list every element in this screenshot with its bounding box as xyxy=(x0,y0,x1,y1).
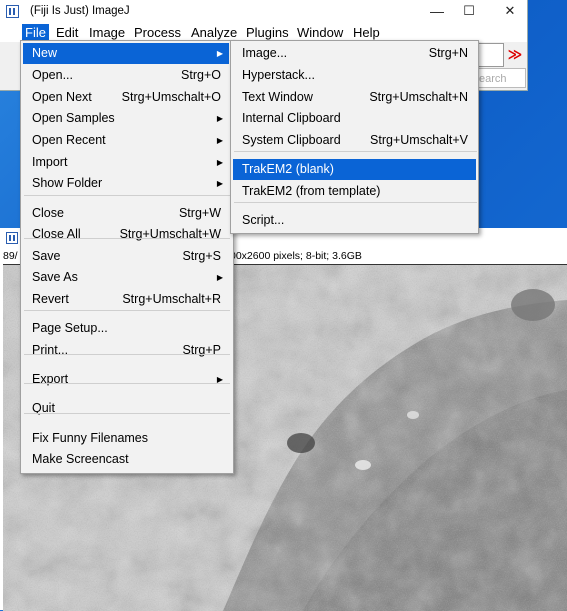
menu-item-label: Make Screencast xyxy=(32,452,129,466)
menu-item-label: TrakEM2 (from template) xyxy=(242,184,381,198)
menu-item-shortcut: Strg+W xyxy=(178,206,221,220)
menu-separator xyxy=(24,354,230,355)
menu-file[interactable]: File xyxy=(22,24,49,41)
file-menu-item-open[interactable]: Open... Strg+O xyxy=(23,65,229,86)
menu-item-label: Script... xyxy=(242,213,285,227)
menu-window[interactable]: Window xyxy=(294,24,346,41)
file-menu-item-new[interactable]: New ▶ xyxy=(23,43,229,64)
menu-item-label: Open Recent xyxy=(32,133,106,147)
file-menu-item-open-samples[interactable]: Open Samples ▶ xyxy=(23,108,229,129)
menu-item-label: Text Window xyxy=(242,90,313,104)
file-menu-item-save-as[interactable]: Save As ▶ xyxy=(23,267,229,288)
submenu-arrow-icon: ▶ xyxy=(216,114,223,123)
submenu-arrow-icon: ▶ xyxy=(216,179,223,188)
menu-item-label: Print... xyxy=(32,343,69,357)
menu-edit[interactable]: Edit xyxy=(53,24,81,41)
submenu-arrow-icon: ▶ xyxy=(216,273,223,282)
menu-plugins[interactable]: Plugins xyxy=(243,24,292,41)
submenu-arrow-icon: ▶ xyxy=(216,136,223,145)
file-menu: New ▶ Open... Strg+O Open Next Strg+Umschalt+… xyxy=(20,40,234,474)
new-menu-item-image[interactable]: Image... Strg+N xyxy=(233,43,476,64)
file-menu-item-fix-funny-filenames[interactable]: Fix Funny Filenames xyxy=(23,428,229,449)
file-menu-item-page-setup[interactable]: Page Setup... xyxy=(23,318,229,339)
image-info: 00x2600 pixels; 8-bit; 3.6GB xyxy=(230,250,362,262)
menu-help[interactable]: Help xyxy=(350,24,383,41)
file-menu-item-quit[interactable]: Quit xyxy=(23,398,229,419)
more-tools-button[interactable]: ≫ xyxy=(503,42,527,66)
menu-separator xyxy=(24,195,230,196)
new-menu-item-script[interactable]: Script... xyxy=(233,210,476,231)
window-title: (Fiji Is Just) ImageJ xyxy=(30,5,130,17)
menu-item-shortcut: Strg+Umschalt+N xyxy=(369,90,468,104)
menu-item-shortcut: Strg+S xyxy=(182,249,221,263)
menu-item-label: Import xyxy=(32,155,68,169)
menu-item-label: Save xyxy=(32,249,61,263)
file-menu-item-save[interactable]: Save Strg+S xyxy=(23,246,229,267)
menu-item-label: Image... xyxy=(242,46,288,60)
menu-item-label: New xyxy=(32,46,58,60)
file-menu-item-import[interactable]: Import ▶ xyxy=(23,152,229,173)
menu-item-shortcut: Strg+O xyxy=(181,68,221,82)
menu-item-label: System Clipboard xyxy=(242,133,341,147)
menu-analyze[interactable]: Analyze xyxy=(188,24,240,41)
menu-separator xyxy=(24,238,230,239)
file-menu-item-show-folder[interactable]: Show Folder ▶ xyxy=(23,173,229,194)
menu-item-label: Export xyxy=(32,372,69,386)
menu-item-label: TrakEM2 (blank) xyxy=(242,162,334,176)
menu-bar: File Edit Image Process Analyze Plugins … xyxy=(0,22,527,42)
imagej-app-icon xyxy=(6,5,19,18)
search-input[interactable]: earch xyxy=(476,68,526,88)
menu-item-shortcut: Strg+P xyxy=(182,343,221,357)
menu-item-shortcut: Strg+Umschalt+V xyxy=(370,133,468,147)
menu-item-label: Page Setup... xyxy=(32,321,108,335)
menu-item-label: Open... xyxy=(32,68,73,82)
menu-item-shortcut: Strg+Umschalt+O xyxy=(121,90,221,104)
menu-separator xyxy=(24,413,230,414)
submenu-arrow-icon: ▶ xyxy=(216,49,223,58)
new-menu-item-trakem2-blank[interactable]: TrakEM2 (blank) xyxy=(233,159,476,180)
maximize-button[interactable]: ☐ xyxy=(447,0,491,22)
new-menu-item-hyperstack[interactable]: Hyperstack... xyxy=(233,65,476,86)
file-menu-item-make-screencast[interactable]: Make Screencast xyxy=(23,449,229,470)
menu-item-label: Close All xyxy=(32,227,81,241)
menu-item-label: Show Folder xyxy=(32,176,103,190)
menu-item-label: Revert xyxy=(32,292,69,306)
menu-image[interactable]: Image xyxy=(86,24,128,41)
file-menu-item-close-all[interactable]: Close All Strg+Umschalt+W xyxy=(23,224,229,245)
new-menu-item-text-window[interactable]: Text Window Strg+Umschalt+N xyxy=(233,87,476,108)
menu-separator xyxy=(24,310,230,311)
new-submenu: Image... Strg+N Hyperstack... Text Window St… xyxy=(230,40,479,234)
menu-process[interactable]: Process xyxy=(131,24,184,41)
menu-item-shortcut: Strg+Umschalt+W xyxy=(119,227,221,241)
menu-item-shortcut: Strg+N xyxy=(428,46,468,60)
menu-item-label: Hyperstack... xyxy=(242,68,315,82)
menu-item-shortcut: Strg+Umschalt+R xyxy=(122,292,221,306)
close-button[interactable]: ✕ xyxy=(488,0,532,22)
new-menu-item-system-clipboard[interactable]: System Clipboard Strg+Umschalt+V xyxy=(233,130,476,151)
submenu-arrow-icon: ▶ xyxy=(216,158,223,167)
file-menu-item-close[interactable]: Close Strg+W xyxy=(23,203,229,224)
image-info-left: 89/ xyxy=(3,250,18,262)
menu-separator xyxy=(24,383,230,384)
file-menu-item-print[interactable]: Print... Strg+P xyxy=(23,340,229,361)
file-menu-item-open-recent[interactable]: Open Recent ▶ xyxy=(23,130,229,151)
file-menu-item-export[interactable]: Export ▶ xyxy=(23,369,229,390)
menu-item-label: Fix Funny Filenames xyxy=(32,431,149,445)
menu-separator xyxy=(234,151,477,152)
menu-item-label: Internal Clipboard xyxy=(242,111,341,125)
title-bar: (Fiji Is Just) ImageJ — ☐ ✕ xyxy=(0,0,527,22)
file-menu-item-revert[interactable]: Revert Strg+Umschalt+R xyxy=(23,289,229,310)
menu-item-label: Close xyxy=(32,206,64,220)
file-menu-item-open-next[interactable]: Open Next Strg+Umschalt+O xyxy=(23,87,229,108)
new-menu-item-internal-clipboard[interactable]: Internal Clipboard xyxy=(233,108,476,129)
menu-separator xyxy=(234,202,477,203)
image-window-icon xyxy=(6,232,18,244)
menu-item-label: Open Samples xyxy=(32,111,115,125)
menu-item-label: Open Next xyxy=(32,90,92,104)
menu-item-label: Save As xyxy=(32,270,78,284)
menu-item-label: Quit xyxy=(32,401,55,415)
submenu-arrow-icon: ▶ xyxy=(216,375,223,384)
new-menu-item-trakem2-from-template[interactable]: TrakEM2 (from template) xyxy=(233,181,476,202)
tool-button[interactable] xyxy=(478,43,504,67)
